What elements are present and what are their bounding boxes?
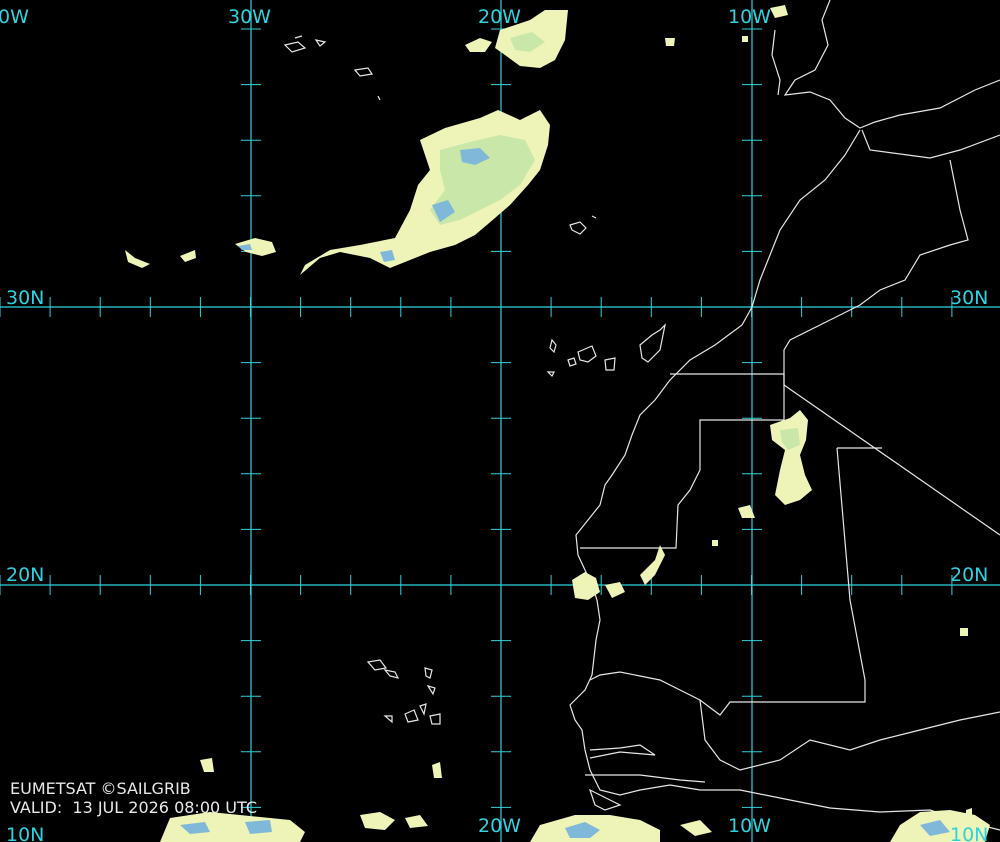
lat-label-20n-left: 20N: [6, 564, 45, 586]
cloud-band-north: [300, 110, 550, 275]
cloud-west-30w: [125, 238, 276, 268]
lat-label-30n-left: 30N: [6, 287, 45, 309]
lat-label-10n-left: 10N: [6, 824, 45, 842]
satellite-map: 0W 30W 20W 10W 30N 30N 20N 20N 10N 10N 2…: [0, 0, 1000, 842]
lon-label-20w-bottom: 20W: [478, 815, 521, 837]
valid-label: VALID:: [10, 798, 63, 817]
canary-islands: [546, 323, 666, 378]
valid-line: VALID: 13 JUL 2026 08:00 UTC: [10, 799, 257, 817]
coastlines: [283, 0, 1000, 831]
lat-label-10n-right: 10N: [950, 824, 989, 842]
lon-label-40w-top: 0W: [0, 6, 29, 28]
morocco-border: [861, 129, 1000, 159]
guinea-border: [585, 774, 706, 783]
portugal-coast: [771, 29, 781, 96]
lon-label-20w-top: 20W: [478, 6, 521, 28]
iberia-coastline: [783, 0, 1000, 129]
lon-label-10w-bottom: 10W: [728, 815, 771, 837]
gambia-border: [589, 744, 656, 759]
western-sahara-border: [580, 373, 785, 549]
lat-label-20n-right: 20N: [950, 564, 989, 586]
senegal-mali-border: [699, 699, 1000, 771]
map-canvas: [0, 0, 1000, 842]
algeria-border: [783, 159, 969, 385]
cape-verde-islands: [366, 659, 441, 725]
cloud-specks: [665, 5, 972, 816]
madeira-islands: [569, 215, 597, 235]
valid-time: 13 JUL 2026 08:00 UTC: [72, 798, 257, 817]
lon-label-30w-top: 30W: [228, 6, 271, 28]
lon-label-10w-top: 10W: [728, 6, 771, 28]
bijagos-islands: [588, 788, 622, 811]
cloud-mauritania: [738, 410, 812, 518]
lat-label-30n-right: 30N: [950, 287, 989, 309]
credit-line: EUMETSAT ©SAILGRIB: [10, 779, 191, 798]
azores-islands: [283, 35, 381, 101]
